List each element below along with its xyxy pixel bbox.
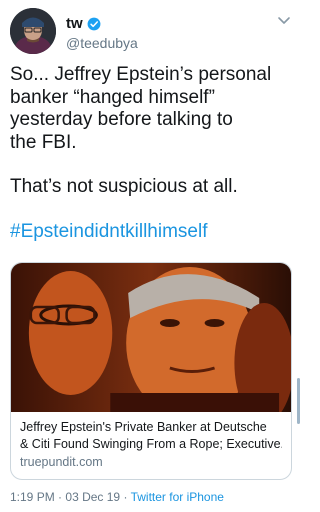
card-title: Jeffrey Epstein's Private Banker at Deut… <box>20 420 267 434</box>
card-title: & Citi Found Swinging From a Rope; Execu… <box>20 437 282 451</box>
tweet-line: So... Jeffrey Epstein’s personal <box>10 64 272 85</box>
card-domain: truepundit.com <box>20 455 103 469</box>
tweet-paragraph-1: So... Jeffrey Epstein’s personal banker … <box>10 64 292 154</box>
tweet-line: yesterday before talking to <box>10 109 233 130</box>
separator: · <box>58 490 63 504</box>
verified-badge-icon <box>87 17 101 31</box>
card-body: Jeffrey Epstein's Private Banker at Deut… <box>11 412 291 471</box>
tweet-source-link[interactable]: Twitter for iPhone <box>131 490 224 504</box>
tweet-time[interactable]: 1:19 PM <box>10 490 55 504</box>
tweet-line: banker “hanged himself” <box>10 86 215 108</box>
name-row: tw <box>66 15 101 32</box>
scrollbar[interactable] <box>297 378 300 424</box>
user-handle[interactable]: @teedubya <box>66 35 138 51</box>
display-name[interactable]: tw <box>66 15 83 32</box>
tweet-header: tw @teedubya <box>10 8 292 58</box>
tweet-metadata: 1:19 PM · 03 Dec 19 · Twitter for iPhone <box>10 490 224 504</box>
tweet-text: So... Jeffrey Epstein’s personal banker … <box>10 64 292 243</box>
avatar[interactable] <box>10 8 56 54</box>
tweet-line: That’s not suspicious at all. <box>10 176 238 197</box>
tweet-paragraph-2: That’s not suspicious at all. <box>10 176 292 199</box>
hashtag-link[interactable]: #Epsteindidntkillhimself <box>10 221 292 244</box>
link-preview-card[interactable]: Jeffrey Epstein's Private Banker at Deut… <box>10 262 292 480</box>
separator: · <box>123 490 128 504</box>
tweet-date[interactable]: 03 Dec 19 <box>65 490 120 504</box>
tweet-line: the FBI. <box>10 131 77 153</box>
chevron-down-icon[interactable] <box>276 12 292 28</box>
profile-photo-icon <box>10 8 56 54</box>
card-image <box>11 263 291 412</box>
